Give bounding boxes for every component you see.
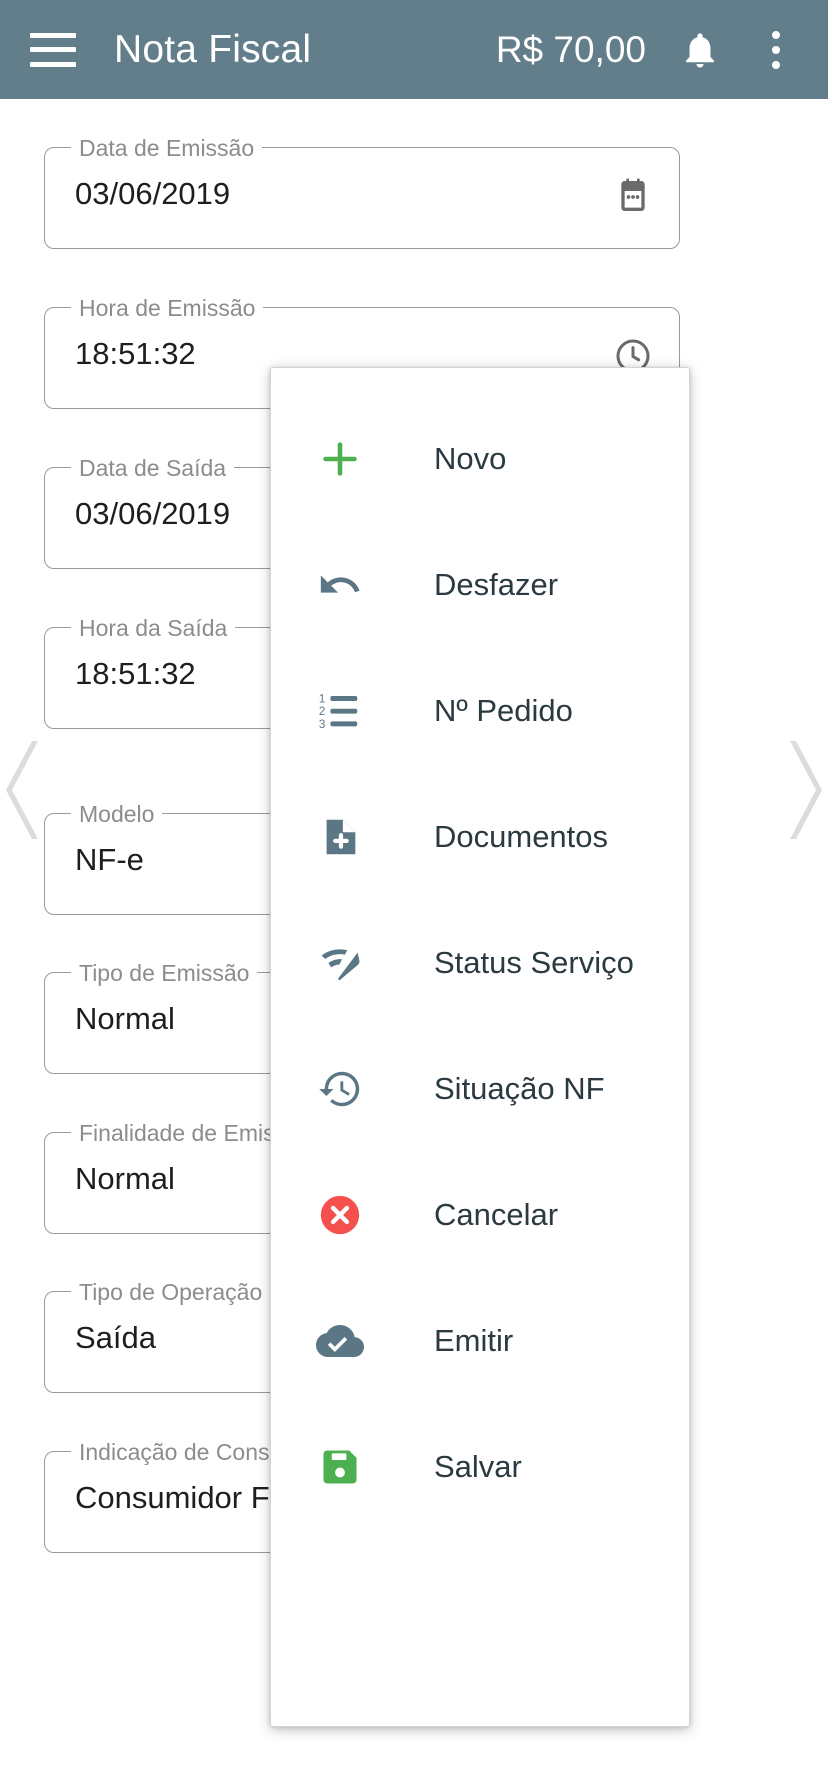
menu-item-label: Novo [434,441,507,476]
svg-text:2: 2 [319,706,325,718]
plus-icon [314,433,366,485]
menu-item-label: Desfazer [434,567,559,602]
svg-text:3: 3 [319,719,325,731]
menu-item-label: Cancelar [434,1197,559,1232]
field-label: Data de Emissão [71,135,263,162]
menu-item-desfazer[interactable]: Desfazer [271,522,689,648]
field-value: Normal [75,1001,175,1036]
field-label: Tipo de Operação [71,1279,271,1306]
field-label: Hora da Saída [71,615,236,642]
menu-item-status-servico[interactable]: Status Serviço [271,900,689,1026]
document-add-icon [314,811,366,863]
field-value: 18:51:32 [75,336,196,371]
menu-item-emitir[interactable]: Emitir [271,1278,689,1404]
overflow-menu: Novo Desfazer 1 2 3 Nº Pedido Documentos… [270,367,690,1727]
field-value: Saída [75,1320,157,1355]
chevron-left-icon[interactable] [2,735,48,845]
overflow-menu-list: Novo Desfazer 1 2 3 Nº Pedido Documentos… [271,368,689,1530]
field-value: 18:51:32 [75,656,196,691]
total-amount: R$ 70,00 [495,28,646,70]
app-screen: Nota Fiscal R$ 70,00 Data de Emissão 03/… [0,0,828,1792]
menu-item-situacao-nf[interactable]: Situação NF [271,1026,689,1152]
menu-item-salvar[interactable]: Salvar [271,1404,689,1530]
undo-icon [314,559,366,611]
field-value: Normal [75,1161,175,1196]
field-data-de-emissao[interactable]: Data de Emissão 03/06/2019 [44,135,680,249]
page-title: Nota Fiscal [114,27,312,71]
menu-item-label: Situação NF [434,1071,605,1106]
menu-item-label: Status Serviço [434,945,634,980]
kebab-menu-icon[interactable] [754,26,798,74]
field-label: Data de Saída [71,455,235,482]
field-value: 03/06/2019 [75,496,231,531]
history-icon [314,1063,366,1115]
numbered-list-icon: 1 2 3 [314,685,366,737]
menu-item-label: Emitir [434,1323,514,1358]
wifi-icon [314,937,366,989]
field-value: NF-e [75,842,144,877]
menu-item-novo[interactable]: Novo [271,396,689,522]
menu-item-label: Documentos [434,819,609,854]
app-bar: Nota Fiscal R$ 70,00 [0,0,828,99]
field-label: Tipo de Emissão [71,960,258,987]
menu-item-label: Salvar [434,1449,522,1484]
menu-item-documentos[interactable]: Documentos [271,774,689,900]
save-disk-icon [314,1441,366,1493]
menu-item-no-pedido[interactable]: 1 2 3 Nº Pedido [271,648,689,774]
chevron-right-icon[interactable] [780,735,826,845]
field-value: 03/06/2019 [75,176,231,211]
field-label: Modelo [71,801,163,828]
menu-item-label: Nº Pedido [434,693,573,728]
field-label: Hora de Emissão [71,295,264,322]
menu-item-cancelar[interactable]: Cancelar [271,1152,689,1278]
cloud-done-icon [314,1315,366,1367]
calendar-icon[interactable] [613,176,653,221]
bell-icon[interactable] [676,26,724,74]
svg-text:1: 1 [319,694,325,706]
cancel-circle-icon [314,1189,366,1241]
hamburger-icon[interactable] [30,32,76,67]
